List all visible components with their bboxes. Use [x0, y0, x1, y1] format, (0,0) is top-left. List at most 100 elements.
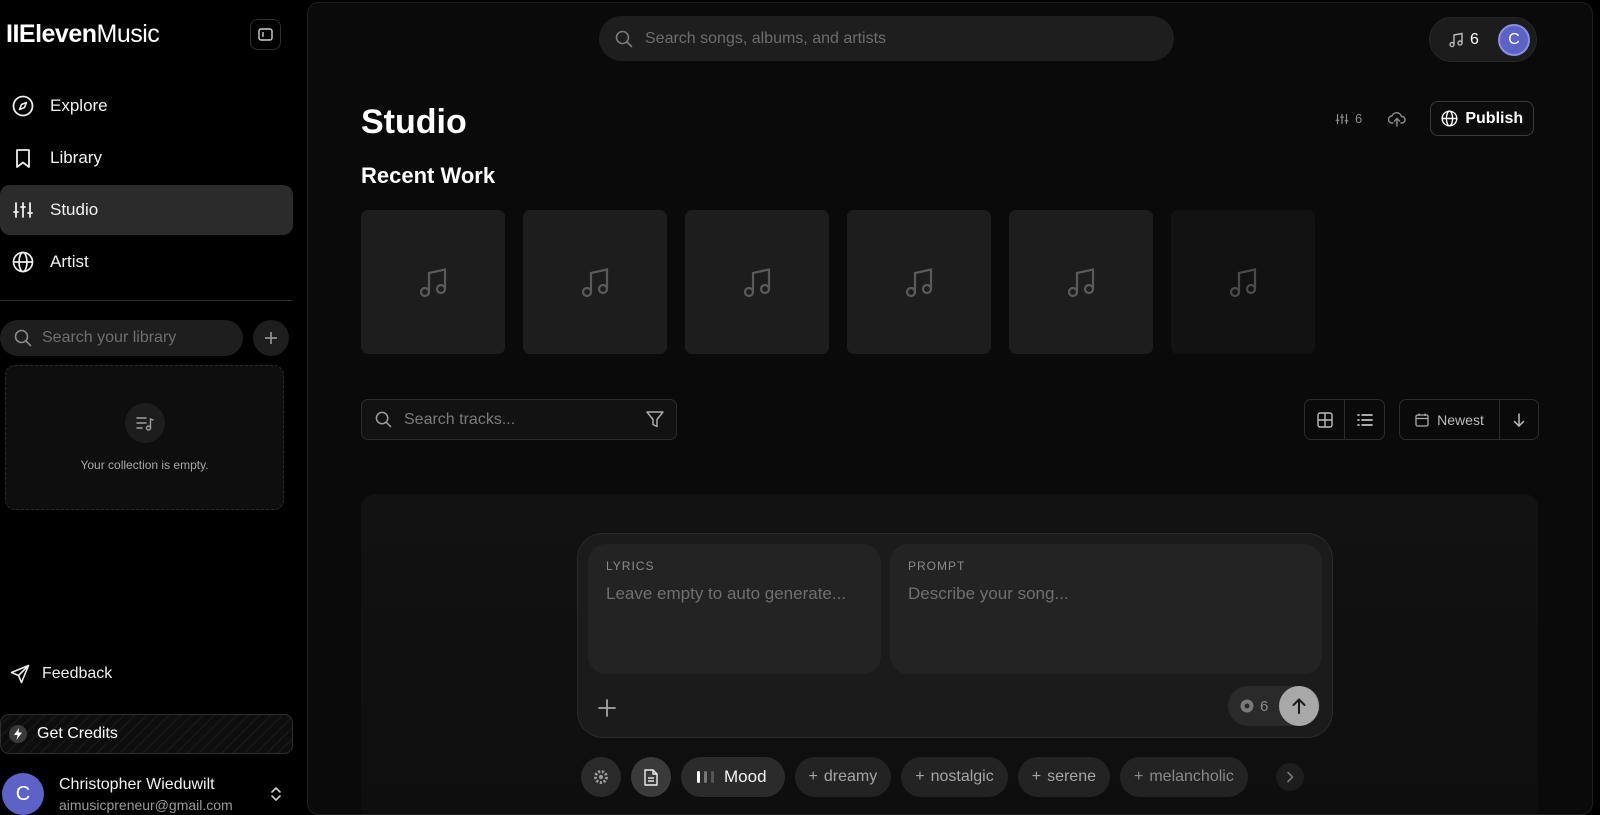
list-view-button[interactable] — [1345, 400, 1384, 439]
chevron-right-icon — [1287, 771, 1294, 783]
sort-by-button[interactable]: Newest — [1400, 400, 1500, 439]
track-search-input[interactable] — [404, 410, 634, 429]
track-count-value: 6 — [1355, 111, 1363, 126]
sort-control: Newest — [1399, 399, 1539, 440]
coin-icon — [1240, 699, 1254, 713]
plus-icon — [265, 332, 277, 344]
user-name: Christopher Wieduwilt — [59, 776, 215, 793]
lyrics-label: LYRICS — [606, 559, 655, 573]
compass-icon — [12, 95, 34, 117]
lyrics-field[interactable]: LYRICS Leave empty to auto generate... — [588, 544, 881, 674]
search-icon — [14, 329, 32, 347]
library-empty-state: Your collection is empty. — [5, 365, 284, 510]
brand-bold: IIEleven — [6, 20, 97, 48]
music-note-icon — [1226, 265, 1260, 299]
chevron-updown-icon — [271, 787, 281, 801]
add-attachment-button[interactable] — [597, 698, 617, 718]
feedback-link[interactable]: Feedback — [10, 664, 112, 684]
user-account-menu[interactable]: C Christopher Wieduwilt aimusicpreneur@g… — [2, 773, 293, 815]
gear-icon — [594, 770, 608, 784]
recent-track-tile[interactable] — [1171, 210, 1315, 354]
avatar[interactable]: C — [1498, 24, 1530, 56]
credits-balance[interactable]: 6 C — [1429, 17, 1537, 62]
nav-label-library: Library — [50, 148, 102, 167]
arrow-up-icon — [1292, 698, 1306, 714]
recent-track-tile[interactable] — [1009, 210, 1153, 354]
grid-icon — [1316, 411, 1333, 428]
document-icon — [644, 768, 658, 786]
get-credits-label: Get Credits — [37, 725, 118, 742]
upload-button[interactable] — [1388, 111, 1406, 127]
plus-icon: + — [1134, 768, 1144, 785]
chips-next-button[interactable] — [1275, 763, 1304, 791]
plus-icon — [598, 699, 616, 717]
sort-direction-button[interactable] — [1500, 400, 1538, 439]
prompt-label: PROMPT — [908, 559, 966, 573]
sidebar: IIElevenMusic Explore Library Studio Art… — [0, 0, 300, 815]
feedback-label: Feedback — [42, 665, 113, 682]
music-note-icon — [1449, 32, 1463, 47]
tag-label: dreamy — [823, 768, 878, 785]
lyrics-placeholder: Leave empty to auto generate... — [606, 584, 847, 603]
track-search[interactable] — [361, 399, 677, 440]
prompt-placeholder: Describe your song... — [908, 584, 1069, 603]
nav-item-library[interactable]: Library — [0, 133, 293, 183]
mood-bars-icon — [697, 771, 714, 783]
avatar: C — [2, 773, 44, 815]
plus-icon: + — [915, 768, 925, 785]
library-search[interactable] — [0, 320, 243, 356]
filter-icon[interactable] — [646, 411, 664, 428]
list-icon — [1356, 413, 1373, 426]
global-search[interactable] — [599, 16, 1174, 61]
bookmark-icon — [12, 147, 34, 169]
sidebar-divider — [0, 300, 293, 301]
brand-light: Music — [96, 20, 160, 48]
publish-label: Publish — [1465, 109, 1524, 127]
nav-label-studio: Studio — [50, 200, 99, 219]
tag-chip-melancholic[interactable]: + melancholic — [1120, 757, 1248, 797]
sliders-icon — [12, 199, 34, 221]
recent-track-tile[interactable] — [685, 210, 829, 354]
generation-cost-value: 6 — [1260, 697, 1269, 715]
sliders-icon — [1335, 113, 1349, 124]
recent-track-tile[interactable] — [361, 210, 505, 354]
recent-track-tile[interactable] — [523, 210, 667, 354]
style-chips: Mood + dreamy + nostalgic + serene + melanch… — [581, 757, 1304, 797]
sidebar-toggle-button[interactable] — [250, 19, 281, 50]
plus-icon: + — [1031, 768, 1042, 785]
tag-label: serene — [1047, 768, 1096, 785]
nav-item-artist[interactable]: Artist — [0, 237, 293, 287]
main-nav: Explore Library Studio Artist — [0, 81, 293, 289]
recent-work-heading: Recent Work — [361, 163, 496, 188]
tag-chip-dreamy[interactable]: + dreamy — [794, 757, 892, 797]
generate-button[interactable] — [1279, 686, 1319, 726]
global-search-input[interactable] — [645, 29, 1145, 48]
globe-icon — [12, 251, 34, 273]
mood-chip[interactable]: Mood — [681, 757, 785, 797]
recent-track-tile[interactable] — [847, 210, 991, 354]
playlist-icon — [125, 403, 165, 443]
lyrics-toggle-button[interactable] — [631, 757, 671, 797]
add-to-library-button[interactable] — [253, 320, 289, 356]
nav-item-studio[interactable]: Studio — [0, 185, 293, 235]
tag-chip-serene[interactable]: + serene — [1017, 757, 1110, 797]
plus-icon: + — [808, 768, 818, 785]
get-credits-button[interactable]: Get Credits — [0, 714, 293, 754]
nav-label-artist: Artist — [50, 252, 89, 271]
page-title: Studio — [361, 103, 467, 141]
brand-logo[interactable]: IIElevenMusic — [6, 20, 160, 49]
track-count: 6 — [1335, 111, 1362, 126]
nav-item-explore[interactable]: Explore — [0, 81, 293, 131]
globe-icon — [1441, 110, 1458, 127]
settings-button[interactable] — [581, 757, 621, 797]
lightning-icon — [9, 725, 27, 743]
user-email: aimusicpreneur@gmail.com — [59, 797, 233, 813]
studio-header-actions: 6 Publish — [1335, 101, 1535, 136]
calendar-icon — [1415, 413, 1429, 427]
music-note-icon — [578, 265, 612, 299]
library-search-input[interactable] — [42, 329, 222, 347]
tag-chip-nostalgic[interactable]: + nostalgic — [901, 757, 1008, 797]
prompt-field[interactable]: PROMPT Describe your song... — [890, 544, 1322, 674]
grid-view-button[interactable] — [1305, 400, 1345, 439]
publish-button[interactable]: Publish — [1430, 101, 1535, 136]
